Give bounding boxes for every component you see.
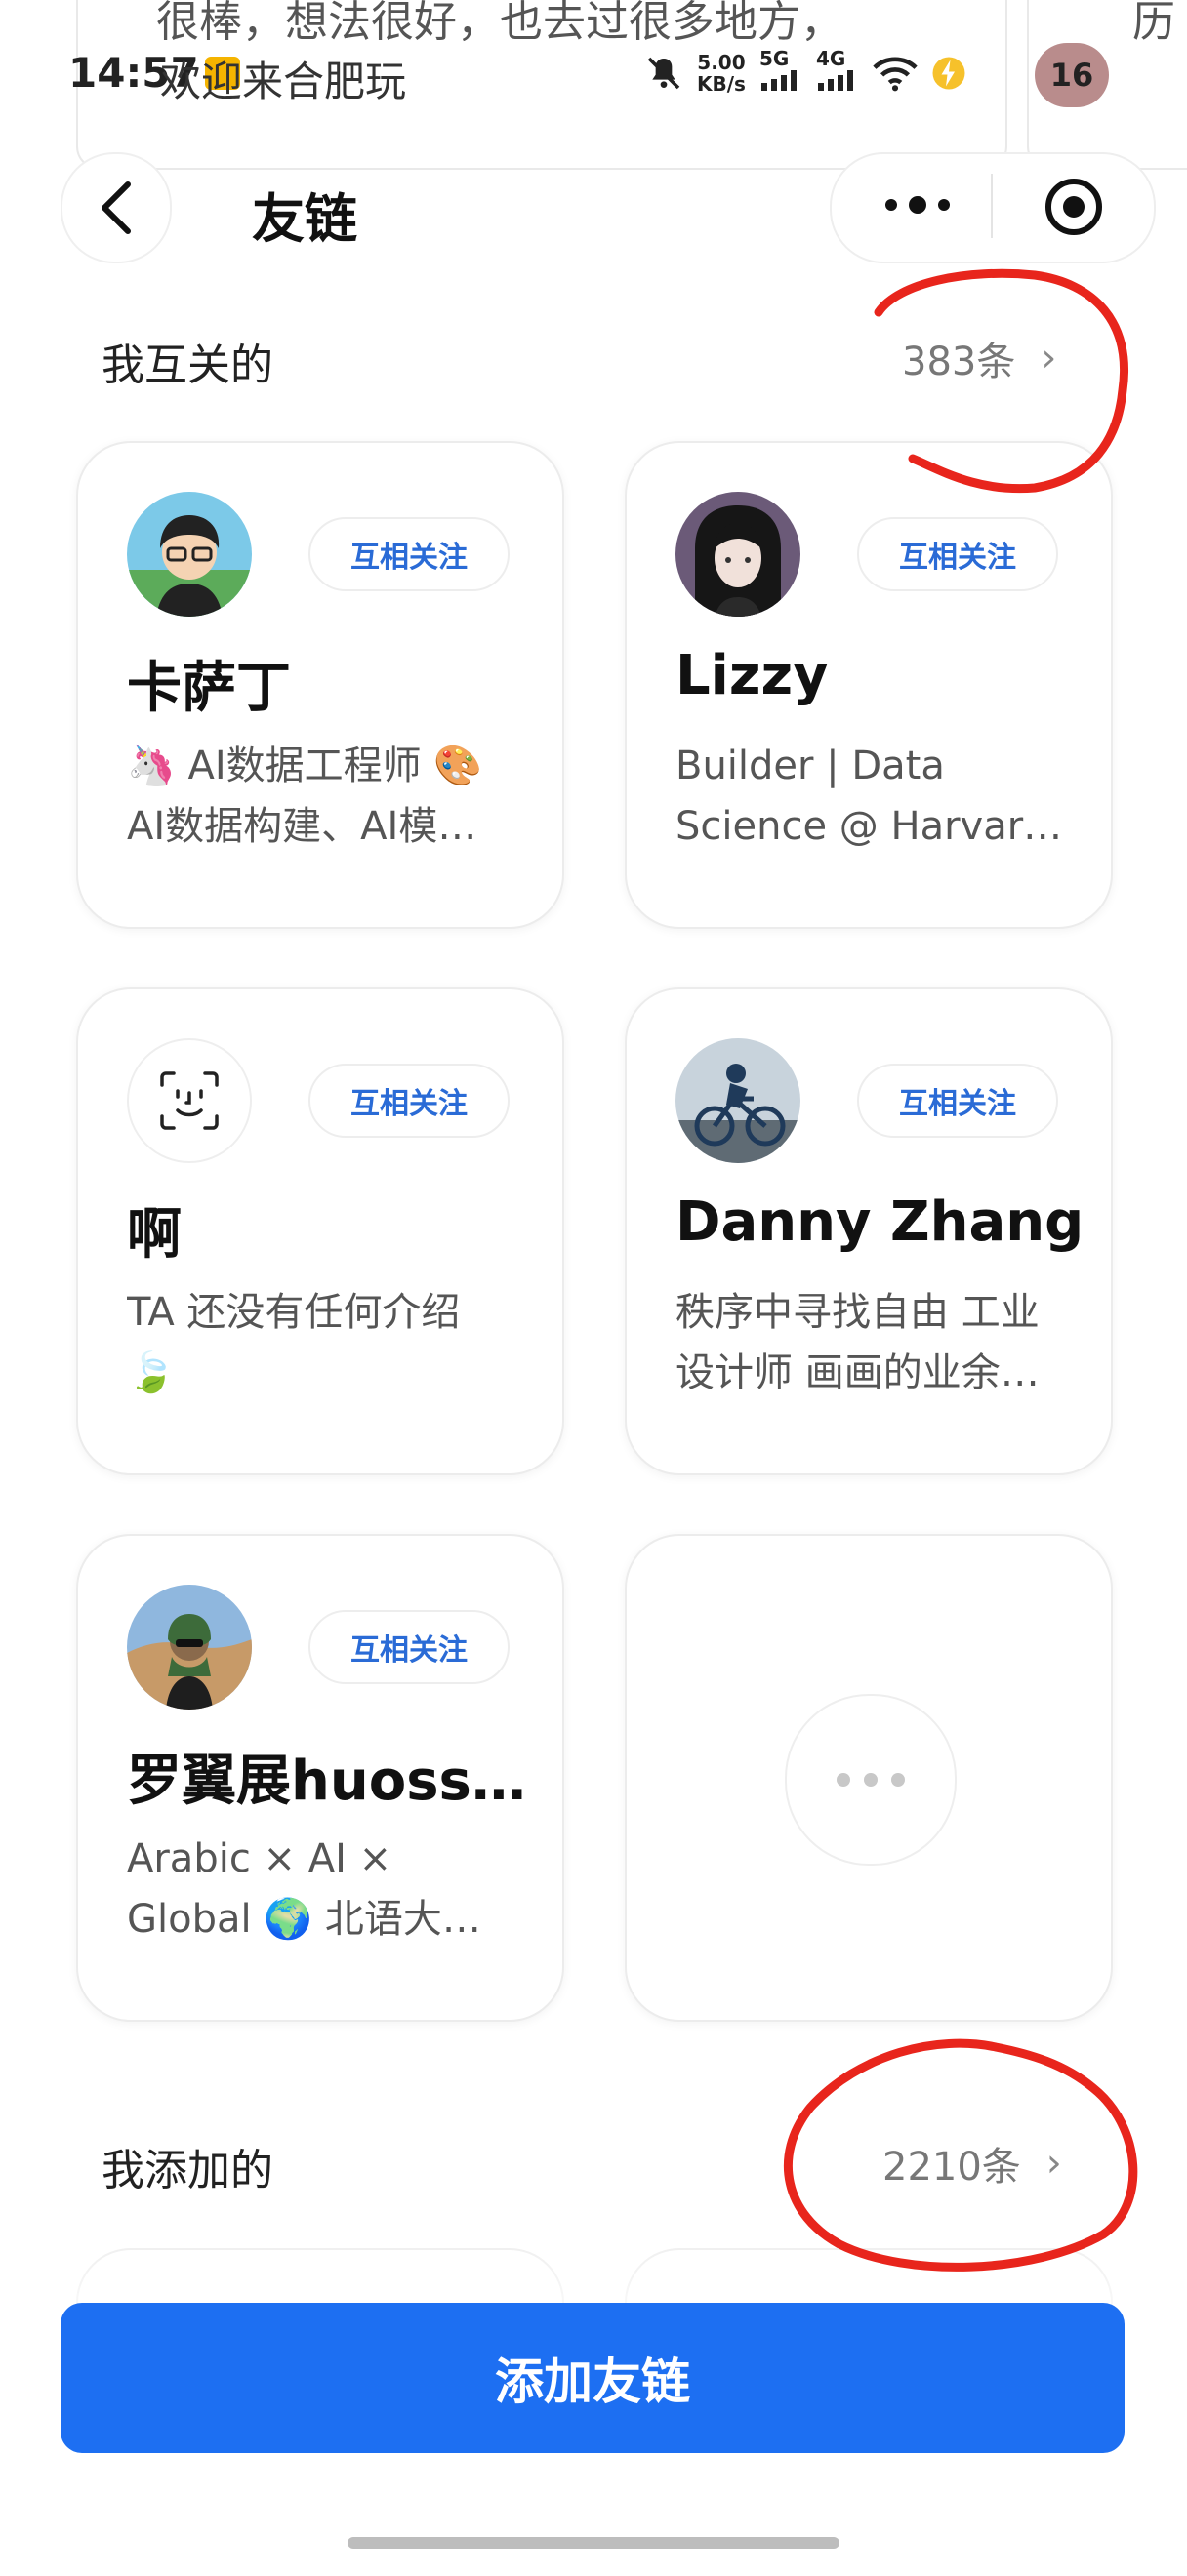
net-speed: 5.00 KB/s bbox=[697, 52, 746, 95]
added-count: 2210条 bbox=[882, 2145, 1021, 2190]
card-name: Lizzy bbox=[675, 644, 829, 707]
signal-bars-icon-2 bbox=[817, 70, 853, 91]
avatar bbox=[675, 1038, 800, 1163]
chevron-right-icon: › bbox=[1041, 336, 1057, 381]
view-more-card[interactable] bbox=[625, 1534, 1113, 2022]
dot-icon bbox=[891, 1773, 905, 1787]
home-indicator[interactable] bbox=[348, 2537, 839, 2549]
signal-5g: 5G bbox=[759, 49, 802, 98]
net-speed-unit: KB/s bbox=[697, 72, 746, 96]
dot-icon bbox=[938, 199, 950, 211]
mutual-follow-badge[interactable]: 互相关注 bbox=[308, 1064, 510, 1138]
anime-girl-avatar-icon bbox=[675, 492, 800, 617]
card-bio: Arabic × AI × Global 🌍 北语大四，前… bbox=[127, 1836, 442, 1942]
status-notification-text: 欢迎来合肥玩 bbox=[160, 58, 407, 105]
card-name: 啊 bbox=[127, 1203, 182, 1267]
background-text: 很棒，想法很好，也去过很多地方， bbox=[156, 0, 843, 47]
desert-photo-avatar-icon bbox=[127, 1585, 252, 1710]
bike-photo-avatar-icon bbox=[675, 1038, 800, 1163]
signal-4g: 4G bbox=[816, 49, 859, 98]
added-section-count-link[interactable]: 2210条 › bbox=[882, 2135, 1062, 2192]
dot-icon bbox=[885, 199, 897, 211]
friend-card[interactable]: 互相关注 Danny Zhang 秩序中寻找自由 工业设计师 画画的业余… bbox=[625, 987, 1113, 1475]
mutual-follow-badge[interactable]: 互相关注 bbox=[857, 517, 1058, 591]
chevron-right-icon: › bbox=[1045, 2141, 1062, 2186]
friend-card[interactable]: 互相关注 卡萨丁 🦄 AI数据工程师 🎨 AI数据构建、AI模… bbox=[76, 441, 564, 929]
card-name: 罗翼展huoss… bbox=[127, 1750, 526, 1813]
avatar bbox=[675, 492, 800, 617]
added-section-title: 我添加的 bbox=[102, 2146, 273, 2195]
signal-5g-label: 5G bbox=[758, 47, 790, 70]
avatar bbox=[127, 1038, 252, 1163]
face-scan-icon bbox=[160, 1071, 219, 1130]
card-bio: 🦄 AI数据工程师 🎨 AI数据构建、AI模… bbox=[127, 744, 483, 849]
mute-bell-icon bbox=[647, 57, 680, 90]
charging-icon bbox=[932, 57, 965, 90]
avatar bbox=[127, 1585, 252, 1710]
friend-card[interactable]: 互相关注 罗翼展huoss… Arabic × AI × Global 🌍 北语… bbox=[76, 1534, 564, 2022]
mutual-follow-badge[interactable]: 互相关注 bbox=[308, 517, 510, 591]
status-icons: 5.00 KB/s 5G 4G bbox=[644, 49, 966, 98]
close-target-icon[interactable] bbox=[1043, 176, 1105, 238]
mutual-section-title: 我互关的 bbox=[102, 341, 273, 390]
mutual-count: 383条 bbox=[902, 340, 1016, 384]
card-name: 卡萨丁 bbox=[127, 657, 291, 720]
mutual-section-count-link[interactable]: 383条 › bbox=[902, 330, 1056, 386]
wifi-icon bbox=[873, 57, 918, 92]
card-name: Danny Zhang bbox=[675, 1190, 1085, 1254]
mutual-follow-badge[interactable]: 互相关注 bbox=[857, 1064, 1058, 1138]
capsule-divider bbox=[991, 174, 993, 238]
card-bio: 秩序中寻找自由 工业设计师 画画的业余… bbox=[675, 1290, 1040, 1395]
friend-card[interactable]: 互相关注 Lizzy Builder | Data Science @ Harv… bbox=[625, 441, 1113, 929]
dot-icon bbox=[909, 196, 926, 214]
more-options-button[interactable] bbox=[874, 176, 962, 234]
back-button[interactable] bbox=[61, 152, 172, 263]
mutual-follow-badge[interactable]: 互相关注 bbox=[308, 1610, 510, 1684]
avatar bbox=[127, 492, 252, 617]
dot-icon bbox=[864, 1773, 878, 1787]
net-speed-value: 5.00 bbox=[697, 51, 746, 74]
signal-bars-icon bbox=[760, 70, 797, 91]
signal-4g-label: 4G bbox=[815, 47, 846, 70]
friend-card[interactable]: 互相关注 啊 TA 还没有任何介绍 🍃 bbox=[76, 987, 564, 1475]
card-bio: Builder | Data Science @ Harvar… bbox=[675, 744, 1063, 849]
more-icon bbox=[785, 1694, 957, 1866]
dot-icon bbox=[837, 1773, 850, 1787]
card-bio: TA 还没有任何介绍 🍃 bbox=[127, 1290, 461, 1395]
battery-indicator: 16 bbox=[1035, 43, 1109, 107]
add-friend-link-button[interactable]: 添加友链 bbox=[61, 2303, 1125, 2453]
chevron-left-icon bbox=[102, 181, 131, 234]
page-title: 友链 bbox=[252, 188, 357, 250]
cartoon-glasses-avatar-icon bbox=[127, 492, 252, 617]
background-text-right: 历 bbox=[1132, 0, 1175, 47]
